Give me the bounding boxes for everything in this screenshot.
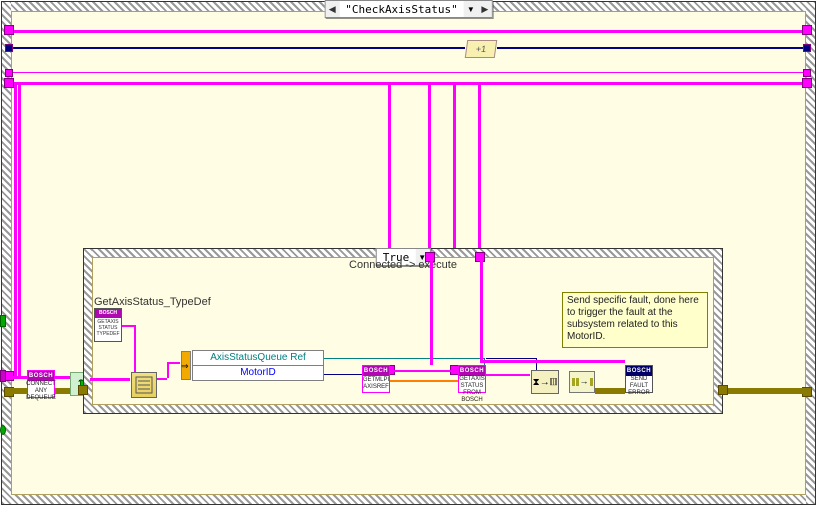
wire-pink-afterget	[486, 374, 530, 376]
bundle-icon	[135, 376, 153, 394]
comment-text: Send specific fault, done here to trigge…	[567, 295, 699, 342]
outer-case-label: "CheckAxisStatus"	[339, 3, 464, 16]
merge-errors-icon: →	[572, 378, 593, 386]
tunnel-left-blue	[5, 44, 13, 52]
wire-pink-a7	[453, 82, 478, 85]
wire-pink-a5	[388, 82, 428, 85]
terminal-green	[0, 315, 6, 327]
subvi-connect-dequeue[interactable]: BOSCH CONNECT ANY DEQUEUE	[27, 370, 55, 398]
wire-pink-a2	[14, 82, 17, 378]
typedef-constant[interactable]: BOSCH GETAXIS STATUS TYPEDEF	[94, 308, 122, 342]
wire-blue-motorid	[324, 374, 362, 375]
wire-pink-bn0	[90, 378, 130, 381]
tunnel-left-pinkthin	[5, 69, 13, 77]
subvi-getaxis-from-body: GETAXIS STATUS FROM BOSCH	[459, 376, 485, 404]
wire-pink-a1	[18, 82, 21, 378]
subvi-send-fault-body: SEND FAULT ERROR	[626, 376, 652, 397]
wire-teal-queue	[324, 358, 484, 359]
tunnel-right-pink-top	[802, 25, 812, 35]
tunnel-right-blue	[803, 44, 811, 52]
wire-typedef-a	[122, 325, 134, 327]
tunnel-left-pink-top	[4, 25, 14, 35]
wire-pink-top	[10, 30, 805, 33]
tunnel-right-pink2	[802, 78, 812, 88]
inner-tunnel-error-out	[718, 385, 728, 395]
case-prev-button[interactable]: ◀	[325, 1, 339, 17]
wire-pink-down2	[480, 260, 483, 360]
wire-pink-short2	[55, 376, 70, 379]
wire-pink-down1	[430, 260, 433, 365]
terminal-pink	[0, 370, 6, 382]
tunnel-left-pink2	[4, 78, 14, 88]
inner-tunnel-error-in	[78, 385, 88, 395]
wire-pink-short	[10, 376, 27, 379]
typedef-icon-body: GETAXIS STATUS TYPEDEF	[95, 318, 121, 338]
wire-err-merge-out	[595, 388, 625, 394]
enqueue-node: ⧗→▥	[531, 370, 559, 394]
wire-blue-top-right	[497, 47, 805, 49]
wire-pink-bn1	[157, 378, 167, 380]
increment-node: +1	[465, 40, 498, 58]
wire-pink-a5c	[428, 82, 453, 85]
outer-case-selector[interactable]: ◀ "CheckAxisStatus" ▼ ▶	[324, 0, 493, 18]
wire-orange-axisref	[390, 380, 458, 382]
wire-pink-a9	[478, 82, 803, 85]
subvi-getmlpi-body: GETMLPI AXISREF	[363, 376, 389, 392]
subvi-send-fault-header: BOSCH	[626, 366, 652, 376]
typedef-label: GetAxisStatus_TypeDef	[94, 296, 211, 308]
unbundle-row-1[interactable]: AxisStatusQueue Ref	[193, 351, 323, 366]
wire-pink-a8	[478, 82, 481, 257]
wire-pink-a3	[18, 82, 388, 85]
case-dropdown-icon[interactable]: ▼	[464, 1, 478, 17]
unbundle-row-2[interactable]: MotorID	[193, 366, 323, 380]
subvi-getmlpi-header: BOSCH	[363, 366, 389, 376]
wire-pink-thin	[10, 72, 805, 73]
subvi-connect-dequeue-header: BOSCH	[28, 371, 54, 381]
unbundle-by-name[interactable]: AxisStatusQueue Ref MotorID	[192, 350, 324, 381]
wire-pink-bn2	[167, 362, 169, 378]
wire-pink-to-sendfault	[480, 360, 625, 363]
wire-pink-a5b	[428, 82, 431, 257]
loop-cond-terminal	[0, 425, 6, 435]
inner-case-caption: Connected -> execute	[84, 259, 722, 271]
subvi-getaxis-from[interactable]: BOSCH GETAXIS STATUS FROM BOSCH	[458, 365, 486, 393]
subvi-send-fault[interactable]: BOSCH SEND FAULT ERROR	[625, 365, 653, 393]
case-next-button[interactable]: ▶	[478, 1, 492, 17]
wire-typedef-b	[134, 325, 136, 377]
typedef-icon-header: BOSCH	[95, 309, 121, 318]
wire-blue-top	[10, 47, 465, 49]
subvi-getaxis-from-header: BOSCH	[459, 366, 485, 376]
wire-pink-mlpi	[390, 370, 458, 372]
subvi-connect-dequeue-body: CONNECT ANY DEQUEUE	[28, 381, 54, 402]
subvi-getmlpi-axisref[interactable]: BOSCH GETMLPI AXISREF	[362, 365, 390, 393]
enqueue-icon: ⧗→▥	[533, 377, 558, 388]
bundle-node	[131, 372, 157, 398]
tunnel-right-pinkthin	[803, 69, 811, 77]
comment-send-fault: Send specific fault, done here to trigge…	[562, 292, 708, 348]
unbundle-grip-icon	[181, 351, 191, 380]
merge-errors-node: →	[569, 371, 595, 393]
increment-label: +1	[475, 44, 487, 54]
wire-pink-bn3	[167, 362, 180, 364]
wire-blue-status	[486, 358, 536, 359]
